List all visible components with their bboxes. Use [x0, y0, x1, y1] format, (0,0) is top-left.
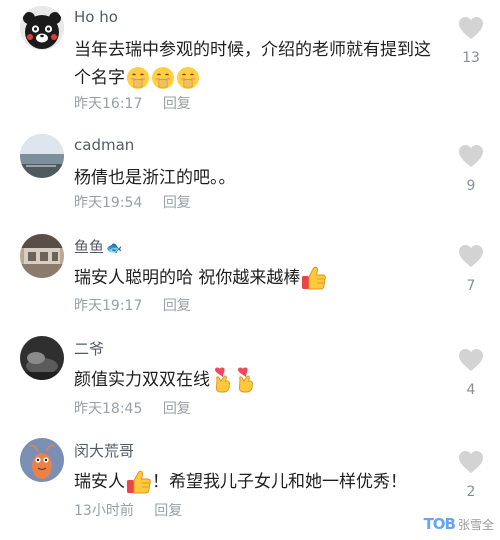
dark-scene-avatar[interactable] — [20, 336, 64, 380]
comment-text-content: 瑞安人聪明的哈 祝你越来越棒 — [74, 268, 301, 288]
watermark-text: 张雪全 — [457, 517, 494, 532]
comment-text-content: 杨倩也是浙江的吧。。 — [74, 168, 236, 188]
hand-over-mouth-emoji — [151, 66, 175, 90]
reply-button[interactable]: 回复 — [163, 96, 191, 112]
comment-meta: 13小时前 回复 — [74, 500, 182, 520]
comment-time: 昨天18:45 — [74, 401, 143, 417]
like-button[interactable]: 4 — [456, 348, 486, 398]
comment-item: 鱼鱼 🐟 瑞安人聪明的哈 祝你越来越棒 昨天19:17 回复 7 — [0, 234, 500, 336]
comment-text: 瑞安人聪明的哈 祝你越来越棒 — [74, 264, 446, 292]
sea-landscape-avatar[interactable] — [20, 134, 64, 178]
hand-over-mouth-emoji — [126, 66, 150, 90]
reply-button[interactable]: 回复 — [163, 195, 191, 211]
username-text: 鱼鱼 — [74, 238, 105, 256]
like-count: 7 — [466, 278, 476, 294]
like-count: 4 — [466, 382, 476, 398]
comment-text: 当年去瑞中参观的时候，介绍的老师就有提到这个名字 — [74, 36, 446, 92]
reply-button[interactable]: 回复 — [163, 401, 191, 417]
like-count: 13 — [462, 50, 480, 66]
comment-text-content: 颜值实力双双在线 — [74, 370, 210, 390]
watermark-logo: TOB — [423, 515, 456, 533]
fish-badge-icon: 🐟 — [106, 241, 123, 256]
heart-icon — [458, 16, 484, 40]
finger-heart-emoji — [234, 367, 256, 393]
watermark: TOB 张雪全 — [424, 512, 494, 536]
kumamon-avatar[interactable] — [20, 6, 64, 50]
comment-text: 杨倩也是浙江的吧。。 — [74, 164, 446, 192]
comment-username[interactable]: 二爷 — [74, 338, 104, 359]
comment-text-after: ！希望我儿子女儿和她一样优秀！ — [152, 472, 407, 492]
comment-username[interactable]: cadman — [74, 136, 134, 154]
like-count: 9 — [466, 178, 476, 194]
hand-over-mouth-emoji — [176, 66, 200, 90]
finger-heart-emoji — [211, 367, 233, 393]
comment-meta: 昨天19:17 回复 — [74, 295, 191, 315]
comment-item: Ho ho 当年去瑞中参观的时候，介绍的老师就有提到这个名字 昨天16:17 回… — [0, 6, 500, 112]
cartoon-shrimp-avatar[interactable] — [20, 438, 64, 482]
comment-time: 昨天19:17 — [74, 298, 143, 314]
comment-meta: 昨天19:54 回复 — [74, 192, 191, 212]
heart-icon — [458, 450, 484, 474]
heart-icon — [458, 348, 484, 372]
comment-username[interactable]: Ho ho — [74, 8, 118, 26]
like-button[interactable]: 9 — [456, 144, 486, 194]
comment-meta: 昨天16:17 回复 — [74, 93, 191, 113]
comment-time: 13小时前 — [74, 503, 134, 519]
comment-item: 二爷 颜值实力双双在线 昨天18:45 回复 4 — [0, 336, 500, 438]
like-count: 2 — [466, 484, 476, 500]
comment-item: cadman 杨倩也是浙江的吧。。 昨天19:54 回复 9 — [0, 134, 500, 236]
heart-icon — [458, 244, 484, 268]
reply-button[interactable]: 回复 — [163, 298, 191, 314]
like-button[interactable]: 13 — [456, 16, 486, 66]
comment-username[interactable]: 鱼鱼 🐟 — [74, 236, 122, 257]
like-button[interactable]: 7 — [456, 244, 486, 294]
comment-text: 颜值实力双双在线 — [74, 366, 446, 394]
heart-icon — [458, 144, 484, 168]
street-photo-avatar[interactable] — [20, 234, 64, 278]
comment-meta: 昨天18:45 回复 — [74, 398, 191, 418]
like-button[interactable]: 2 — [456, 450, 486, 500]
thumbs-up-emoji — [301, 265, 327, 291]
comment-text-before: 瑞安人 — [74, 472, 125, 492]
thumbs-up-emoji — [126, 469, 152, 495]
reply-button[interactable]: 回复 — [154, 503, 182, 519]
comment-username[interactable]: 闵大荒哥 — [74, 440, 134, 461]
comment-text: 瑞安人 ！希望我儿子女儿和她一样优秀！ — [74, 468, 446, 496]
comment-time: 昨天19:54 — [74, 195, 143, 211]
comment-time: 昨天16:17 — [74, 96, 143, 112]
